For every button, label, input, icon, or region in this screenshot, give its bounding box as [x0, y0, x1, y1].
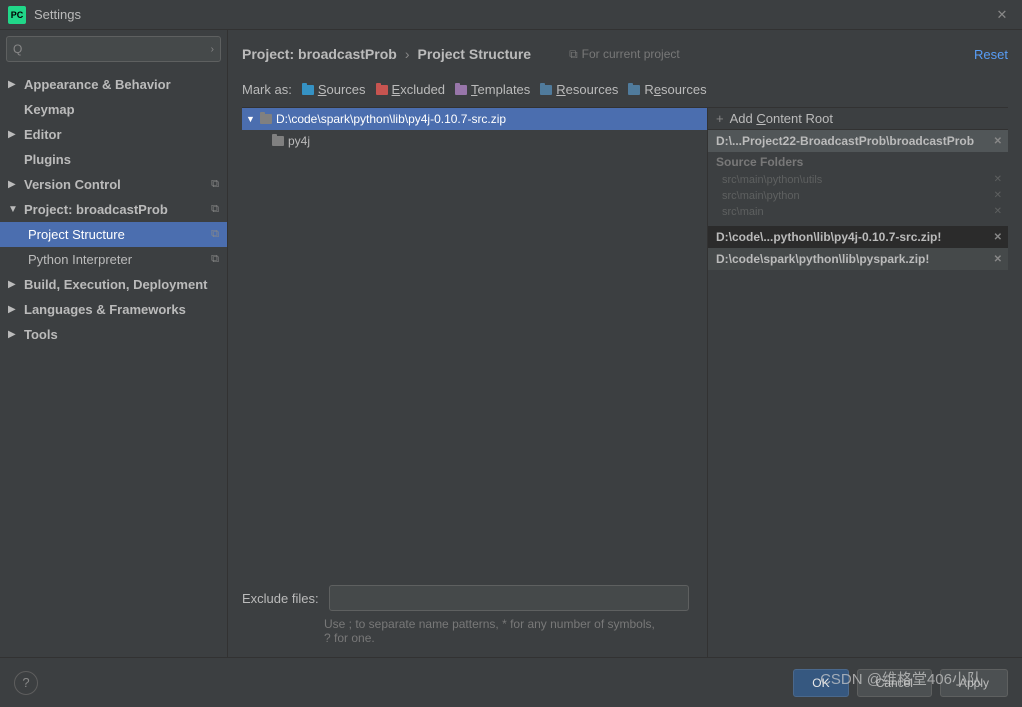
- source-folder-3[interactable]: src\main✕: [708, 204, 1008, 220]
- add-content-root[interactable]: + Add Content Root: [708, 108, 1008, 130]
- content-panel: Project: broadcastProb › Project Structu…: [228, 30, 1022, 657]
- window-title: Settings: [34, 7, 990, 22]
- help-button[interactable]: ?: [14, 671, 38, 695]
- arrow-icon: ▶: [8, 179, 20, 190]
- close-icon[interactable]: ✕: [990, 3, 1014, 27]
- folder-icon: [376, 85, 388, 95]
- mark-as-toolbar: Mark as: Sources Excluded Templates Reso…: [242, 72, 1008, 108]
- ok-button[interactable]: OK: [793, 669, 848, 697]
- tree-child[interactable]: py4j: [242, 130, 707, 152]
- arrow-icon: ▶: [8, 279, 20, 290]
- mark-templates[interactable]: Templates: [455, 82, 530, 97]
- app-icon: PC: [8, 6, 26, 24]
- breadcrumb-project[interactable]: Project: broadcastProb: [242, 46, 397, 62]
- nav-editor[interactable]: ▶Editor: [0, 122, 227, 147]
- remove-icon[interactable]: ✕: [994, 136, 1002, 147]
- scope-icon: ⧉: [569, 47, 578, 62]
- exclude-files-row: Exclude files:: [242, 575, 707, 615]
- nav-project-structure[interactable]: Project Structure⧉: [0, 222, 227, 247]
- scope-label: ⧉For current project: [569, 47, 680, 62]
- scope-icon: ⧉: [211, 253, 219, 266]
- remove-icon[interactable]: ✕: [994, 174, 1002, 185]
- dialog-footer: ? OK Cancel Apply: [0, 657, 1022, 707]
- arrow-icon: ▶: [8, 129, 20, 140]
- plus-icon: +: [716, 111, 724, 126]
- sidebar: Q › ▶Appearance & Behavior Keymap ▶Edito…: [0, 30, 228, 657]
- body-row: ▼ D:\code\spark\python\lib\py4j-0.10.7-s…: [242, 108, 1008, 657]
- remove-icon[interactable]: ✕: [994, 232, 1002, 243]
- titlebar: PC Settings ✕: [0, 0, 1022, 30]
- folder-icon: [540, 85, 552, 95]
- nav-project[interactable]: ▼Project: broadcastProb⧉: [0, 197, 227, 222]
- arrow-icon: ▶: [8, 304, 20, 315]
- nav-tools[interactable]: ▶Tools: [0, 322, 227, 347]
- nav-python-interpreter[interactable]: Python Interpreter⧉: [0, 247, 227, 272]
- arrow-icon: ▼: [8, 204, 20, 215]
- main-area: Q › ▶Appearance & Behavior Keymap ▶Edito…: [0, 30, 1022, 657]
- content-root-1[interactable]: D:\...Project22-BroadcastProb\broadcastP…: [708, 130, 1008, 152]
- tree-child-label: py4j: [288, 134, 310, 148]
- nav-version-control[interactable]: ▶Version Control⧉: [0, 172, 227, 197]
- mark-as-label: Mark as:: [242, 82, 292, 97]
- source-folder-1[interactable]: src\main\python\utils✕: [708, 172, 1008, 188]
- exclude-input[interactable]: [329, 585, 689, 611]
- mark-sources[interactable]: Sources: [302, 82, 366, 97]
- remove-icon[interactable]: ✕: [994, 254, 1002, 265]
- folder-icon: [455, 85, 467, 95]
- source-folders-head: Source Folders: [708, 152, 1008, 172]
- scope-icon: ⧉: [211, 228, 219, 241]
- exclude-hint: Use ; to separate name patterns, * for a…: [242, 615, 662, 657]
- settings-nav-tree: ▶Appearance & Behavior Keymap ▶Editor Pl…: [0, 68, 227, 657]
- tree-root-label: D:\code\spark\python\lib\py4j-0.10.7-src…: [276, 112, 506, 126]
- cancel-button[interactable]: Cancel: [857, 669, 932, 697]
- nav-languages[interactable]: ▶Languages & Frameworks: [0, 297, 227, 322]
- scope-icon: ⧉: [211, 203, 219, 216]
- nav-keymap[interactable]: Keymap: [0, 97, 227, 122]
- mark-resources[interactable]: Resources: [540, 82, 618, 97]
- arrow-down-icon: ▼: [246, 114, 256, 124]
- archive-icon: [260, 114, 272, 124]
- arrow-icon: ▶: [8, 79, 20, 90]
- search-input[interactable]: [26, 42, 210, 56]
- tree-root[interactable]: ▼ D:\code\spark\python\lib\py4j-0.10.7-s…: [242, 108, 707, 130]
- apply-button[interactable]: Apply: [940, 669, 1008, 697]
- arrow-icon: ▶: [8, 329, 20, 340]
- content-root-3[interactable]: D:\code\spark\python\lib\pyspark.zip! ✕: [708, 248, 1008, 270]
- source-folder-2[interactable]: src\main\python✕: [708, 188, 1008, 204]
- nav-appearance[interactable]: ▶Appearance & Behavior: [0, 72, 227, 97]
- mark-resources2[interactable]: Resources: [628, 82, 706, 97]
- folder-icon: [628, 85, 640, 95]
- search-input-wrap[interactable]: Q ›: [6, 36, 221, 62]
- mark-excluded[interactable]: Excluded: [376, 82, 445, 97]
- scope-icon: ⧉: [211, 178, 219, 191]
- content-roots-panel: + Add Content Root D:\...Project22-Broad…: [708, 108, 1008, 657]
- nav-plugins[interactable]: Plugins: [0, 147, 227, 172]
- breadcrumb-sep: ›: [405, 46, 410, 62]
- chevron-right-icon[interactable]: ›: [211, 44, 214, 55]
- folder-icon: [272, 136, 284, 146]
- folder-icon: [302, 85, 314, 95]
- reset-link[interactable]: Reset: [974, 47, 1008, 62]
- folder-tree-panel: ▼ D:\code\spark\python\lib\py4j-0.10.7-s…: [242, 108, 708, 657]
- breadcrumb-current: Project Structure: [418, 46, 532, 62]
- search-icon: Q: [13, 42, 22, 56]
- remove-icon[interactable]: ✕: [994, 190, 1002, 201]
- exclude-label: Exclude files:: [242, 591, 319, 606]
- content-root-2[interactable]: D:\code\...python\lib\py4j-0.10.7-src.zi…: [708, 226, 1008, 248]
- breadcrumb: Project: broadcastProb › Project Structu…: [242, 40, 1008, 68]
- remove-icon[interactable]: ✕: [994, 206, 1002, 217]
- nav-build[interactable]: ▶Build, Execution, Deployment: [0, 272, 227, 297]
